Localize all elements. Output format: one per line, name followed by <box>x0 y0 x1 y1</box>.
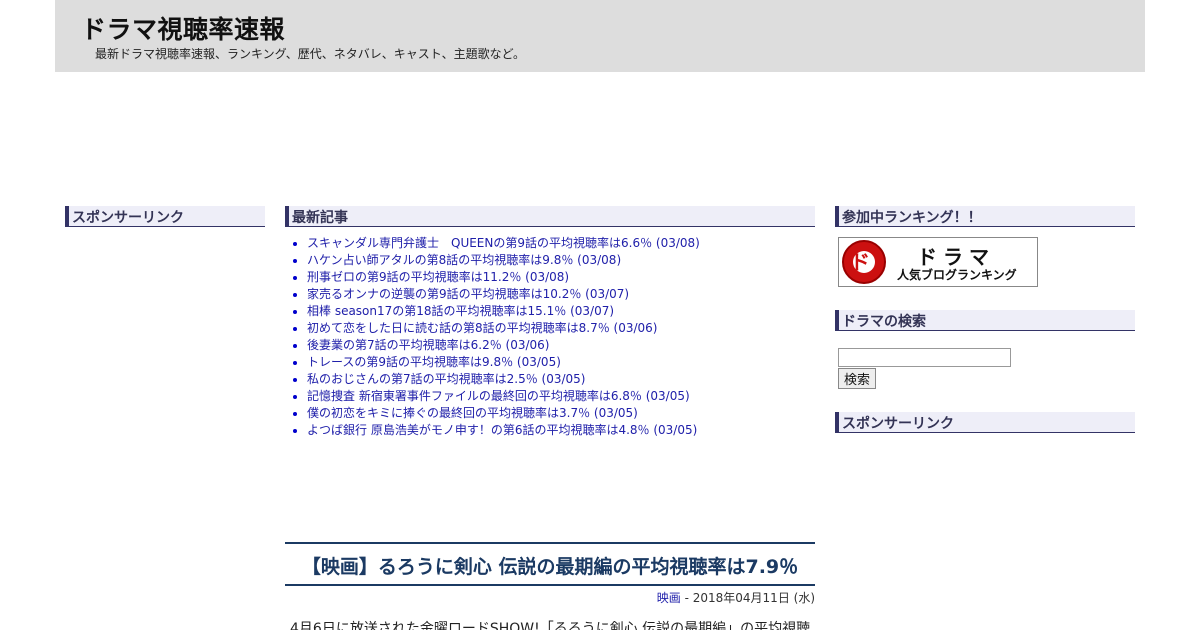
recent-article-link[interactable]: 記憶捜査 新宿東署事件ファイルの最終回の平均視聴率は6.8％ (03/05) <box>307 389 690 403</box>
blog-ranking-banner[interactable]: ド ドラマ 人気ブログランキング <box>838 237 1038 287</box>
article: 【映画】るろうに剣心 伝説の最期編の平均視聴率は7.9％ 映画 - 2018年0… <box>285 542 815 630</box>
list-item: 初めて恋をした日に読む話の第8話の平均視聴率は8.7％ (03/06) <box>307 320 815 337</box>
left-sidebar: スポンサーリンク <box>65 206 265 227</box>
recent-articles-list: スキャンダル専門弁護士 QUEENの第9話の平均視聴率は6.6％ (03/08)… <box>307 235 815 439</box>
list-item: 記憶捜査 新宿東署事件ファイルの最終回の平均視聴率は6.8％ (03/05) <box>307 388 815 405</box>
recent-article-link[interactable]: 初めて恋をした日に読む話の第8話の平均視聴率は8.7％ (03/06) <box>307 321 657 335</box>
list-item: 相棒 season17の第18話の平均視聴率は15.1％ (03/07) <box>307 303 815 320</box>
site-title[interactable]: ドラマ視聴率速報 <box>81 10 285 46</box>
article-category-link[interactable]: 映画 <box>657 591 681 605</box>
recent-articles-title: 最新記事 <box>285 206 815 227</box>
recent-article-link[interactable]: 後妻業の第7話の平均視聴率は6.2％ (03/06) <box>307 338 549 352</box>
list-item: スキャンダル専門弁護士 QUEENの第9話の平均視聴率は6.6％ (03/08) <box>307 235 815 252</box>
article-title[interactable]: 【映画】るろうに剣心 伝説の最期編の平均視聴率は7.9％ <box>285 542 815 586</box>
recent-article-link[interactable]: 刑事ゼロの第9話の平均視聴率は11.2％ (03/08) <box>307 270 569 284</box>
search-button[interactable]: 検索 <box>838 367 877 389</box>
article-date: - 2018年04月11日 (水) <box>680 591 815 605</box>
list-item: ハケン占い師アタルの第8話の平均視聴率は9.8％ (03/08) <box>307 252 815 269</box>
list-item: 私のおじさんの第7話の平均視聴率は2.5％ (03/05) <box>307 371 815 388</box>
recent-article-link[interactable]: ハケン占い師アタルの第8話の平均視聴率は9.8％ (03/08) <box>307 253 621 267</box>
site-header: ドラマ視聴率速報 最新ドラマ視聴率速報、ランキング、歴代、ネタバレ、キャスト、主… <box>55 0 1145 72</box>
list-item: 後妻業の第7話の平均視聴率は6.2％ (03/06) <box>307 337 815 354</box>
sponsor-link-title-right: スポンサーリンク <box>835 411 1135 433</box>
article-meta: 映画 - 2018年04月11日 (水) <box>285 589 815 606</box>
ranking-banner-sub: 人気ブログランキング <box>897 268 1017 282</box>
article-body: 4月6日に放送された金曜ロードSHOW!「るろうに剣心 伝説の最期編」の平均視聴 <box>290 621 811 630</box>
search-input[interactable] <box>838 347 1011 367</box>
list-item: トレースの第9話の平均視聴率は9.8％ (03/05) <box>307 354 815 371</box>
recent-article-link[interactable]: 相棒 season17の第18話の平均視聴率は15.1％ (03/07) <box>307 304 614 318</box>
site-description: 最新ドラマ視聴率速報、ランキング、歴代、ネタバレ、キャスト、主題歌など。 <box>95 47 525 61</box>
recent-article-link[interactable]: 私のおじさんの第7話の平均視聴率は2.5％ (03/05) <box>307 372 585 386</box>
recent-article-link[interactable]: よつば銀行 原島浩美がモノ申す！の第6話の平均視聴率は4.8％ (03/05) <box>307 423 697 437</box>
list-item: よつば銀行 原島浩美がモノ申す！の第6話の平均視聴率は4.8％ (03/05) <box>307 422 815 439</box>
sponsor-link-title-left: スポンサーリンク <box>65 206 265 227</box>
ranking-logo-mark: ド <box>850 250 870 274</box>
right-sidebar: 参加中ランキング！！ ド ドラマ 人気ブログランキング ドラマの検索 検索 スポ… <box>835 206 1135 433</box>
recent-article-link[interactable]: トレースの第9話の平均視聴率は9.8％ (03/05) <box>307 355 561 369</box>
list-item: 刑事ゼロの第9話の平均視聴率は11.2％ (03/08) <box>307 269 815 286</box>
recent-article-link[interactable]: 僕の初恋をキミに捧ぐの最終回の平均視聴率は3.7％ (03/05) <box>307 406 638 420</box>
drama-search-title: ドラマの検索 <box>835 310 1135 331</box>
recent-article-link[interactable]: 家売るオンナの逆襲の第9話の平均視聴率は10.2％ (03/07) <box>307 287 629 301</box>
search-form: 検索 <box>838 346 1135 389</box>
recent-article-link[interactable]: スキャンダル専門弁護士 QUEENの第9話の平均視聴率は6.6％ (03/08) <box>307 236 700 250</box>
list-item: 僕の初恋をキミに捧ぐの最終回の平均視聴率は3.7％ (03/05) <box>307 405 815 422</box>
ranking-title: 参加中ランキング！！ <box>835 206 1135 227</box>
list-item: 家売るオンナの逆襲の第9話の平均視聴率は10.2％ (03/07) <box>307 286 815 303</box>
recent-articles-widget: 最新記事 スキャンダル専門弁護士 QUEENの第9話の平均視聴率は6.6％ (0… <box>285 206 815 439</box>
